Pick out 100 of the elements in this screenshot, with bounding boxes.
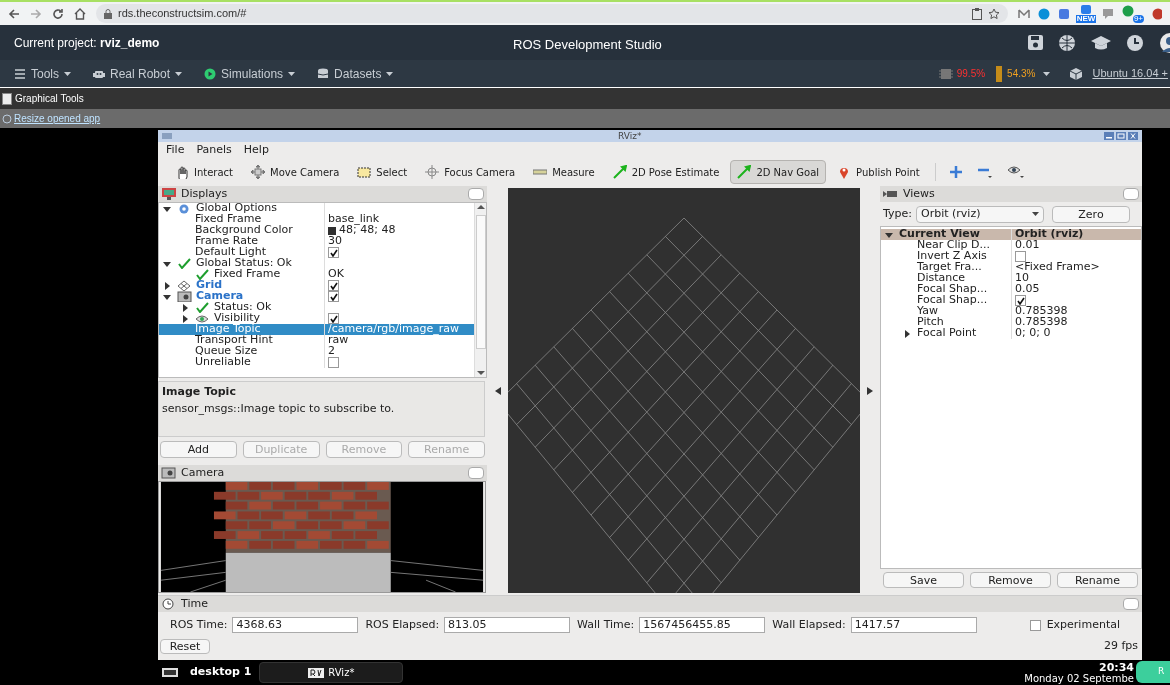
zero-button[interactable]: Zero xyxy=(1052,205,1130,223)
tree-label: Visibility xyxy=(214,313,261,324)
checkbox[interactable] xyxy=(1015,295,1026,306)
menu-item[interactable]: Real Robot xyxy=(93,64,183,83)
tool-button[interactable]: 2D Pose Estimate xyxy=(605,160,727,184)
tree-label: Yaw xyxy=(917,306,938,317)
tree-value: 2 xyxy=(328,346,335,357)
checkbox[interactable] xyxy=(328,357,339,368)
menu-item[interactable]: Tools xyxy=(14,64,71,83)
tree-label: Distance xyxy=(917,273,966,284)
menu-item[interactable]: Panels xyxy=(196,141,232,159)
checkmark-icon xyxy=(195,302,210,313)
tree-row[interactable]: Current View Orbit (rviz) xyxy=(881,229,1141,240)
expanded-arrow-icon[interactable] xyxy=(163,259,171,268)
menu-item[interactable]: Datasets xyxy=(317,64,394,83)
checkbox[interactable] xyxy=(328,247,339,258)
desktop-icon[interactable] xyxy=(162,666,180,679)
back-icon[interactable] xyxy=(8,7,20,20)
tree-label: Unreliable xyxy=(195,357,251,368)
panel-button[interactable]: Remove xyxy=(970,572,1051,588)
tree-value: 10 xyxy=(1015,273,1029,284)
memory-icon xyxy=(995,65,1004,82)
collapsed-arrow-icon[interactable] xyxy=(181,303,189,312)
minimize-icon[interactable] xyxy=(1104,132,1114,140)
checkbox[interactable] xyxy=(328,313,339,324)
scrollbar[interactable] xyxy=(474,203,486,377)
expanded-arrow-icon[interactable] xyxy=(885,230,893,239)
tree-value: base_link xyxy=(328,214,380,225)
remove-icon[interactable] xyxy=(977,166,992,178)
maximize-icon[interactable] xyxy=(1116,132,1126,140)
clock-date: Monday 02 Septembe xyxy=(1024,672,1134,684)
caret-icon xyxy=(175,71,183,76)
save-icon[interactable] xyxy=(1027,34,1044,51)
panel-button[interactable]: Rename xyxy=(1057,572,1138,588)
collapsed-arrow-icon[interactable] xyxy=(903,329,911,338)
mail-icon[interactable] xyxy=(1018,8,1030,19)
input-field[interactable]: 4368.63 xyxy=(232,617,359,633)
panel-button[interactable]: Save xyxy=(883,572,964,588)
add-icon[interactable] xyxy=(949,166,962,178)
memory-usage: 54.3% xyxy=(1007,67,1036,81)
clipboard-icon[interactable] xyxy=(972,7,982,20)
close-icon[interactable] xyxy=(1128,132,1138,140)
avatar-icon[interactable] xyxy=(1152,7,1162,20)
camera-icon xyxy=(161,467,177,479)
home-icon[interactable] xyxy=(74,7,86,20)
address-bar[interactable]: rds.theconstructsim.com/# xyxy=(96,4,1008,23)
field-label: Wall Elapsed: xyxy=(772,616,846,633)
extension-icon[interactable] xyxy=(1058,7,1070,20)
caret-icon xyxy=(1032,212,1039,216)
scroll-down-icon[interactable] xyxy=(476,369,485,377)
menu-item[interactable]: Simulations xyxy=(204,64,296,83)
chat-icon[interactable] xyxy=(1102,7,1114,20)
reload-icon[interactable] xyxy=(52,7,64,20)
checkbox[interactable] xyxy=(1029,619,1041,631)
input-field[interactable]: 813.05 xyxy=(444,617,571,633)
type-dropdown[interactable]: Orbit (rviz) xyxy=(916,205,1044,223)
cpu-usage: 99.5% xyxy=(956,67,986,81)
menu-item[interactable]: Help xyxy=(243,141,269,159)
user-avatar[interactable] xyxy=(1158,32,1170,53)
tool-button[interactable]: Select xyxy=(350,160,415,184)
taskbar-button[interactable]: RViz* xyxy=(259,662,404,683)
panel-title: Camera xyxy=(181,464,225,481)
extension-icon[interactable] xyxy=(1080,4,1092,15)
tool-button[interactable]: Move Camera xyxy=(244,160,347,184)
collapsed-arrow-icon[interactable] xyxy=(181,314,189,323)
checkbox[interactable] xyxy=(328,291,339,302)
clock-icon[interactable] xyxy=(1126,33,1144,52)
checkbox[interactable] xyxy=(1015,251,1026,262)
expanded-arrow-icon[interactable] xyxy=(163,292,171,301)
collapsed-arrow-icon[interactable] xyxy=(163,281,171,290)
caret-icon xyxy=(64,71,71,76)
panel-button[interactable]: Add xyxy=(160,440,237,458)
tool-button[interactable]: Measure xyxy=(526,160,602,184)
globe-icon[interactable] xyxy=(1058,33,1076,52)
checkbox[interactable] xyxy=(328,280,339,291)
star-icon[interactable] xyxy=(988,7,1000,20)
menu-item[interactable]: File xyxy=(166,141,185,159)
panel-title: Displays xyxy=(181,185,228,202)
tool-button[interactable]: 2D Nav Goal xyxy=(730,160,827,184)
collapse-left-icon[interactable] xyxy=(494,386,501,395)
input-field[interactable]: 1417.57 xyxy=(850,617,977,633)
tool-button[interactable]: Publish Point xyxy=(830,160,927,184)
extension-icon[interactable] xyxy=(1038,7,1050,20)
tree-row[interactable]: Image Topic /camera/rgb/image_raw xyxy=(159,324,474,335)
collapse-right-icon[interactable] xyxy=(867,386,873,395)
tool-button[interactable]: Focus Camera xyxy=(418,160,523,184)
input-field[interactable]: 1567456455.85 xyxy=(639,617,766,633)
tree-label: Queue Size xyxy=(195,346,258,357)
reset-button[interactable]: Reset xyxy=(160,638,210,654)
tool-button[interactable]: Interact xyxy=(168,160,241,184)
selection-icon xyxy=(357,165,372,179)
expanded-arrow-icon[interactable] xyxy=(163,204,171,213)
resize-icon xyxy=(2,113,12,124)
cpu-icon xyxy=(938,66,953,81)
resize-link[interactable]: Resize opened app xyxy=(14,111,101,126)
graduation-cap-icon[interactable] xyxy=(1090,34,1112,51)
extension-icon[interactable] xyxy=(1122,4,1134,17)
os-link[interactable]: Ubuntu 16.04 + xyxy=(1092,65,1168,82)
eye-icon[interactable] xyxy=(1007,166,1024,178)
database-icon xyxy=(317,67,330,80)
